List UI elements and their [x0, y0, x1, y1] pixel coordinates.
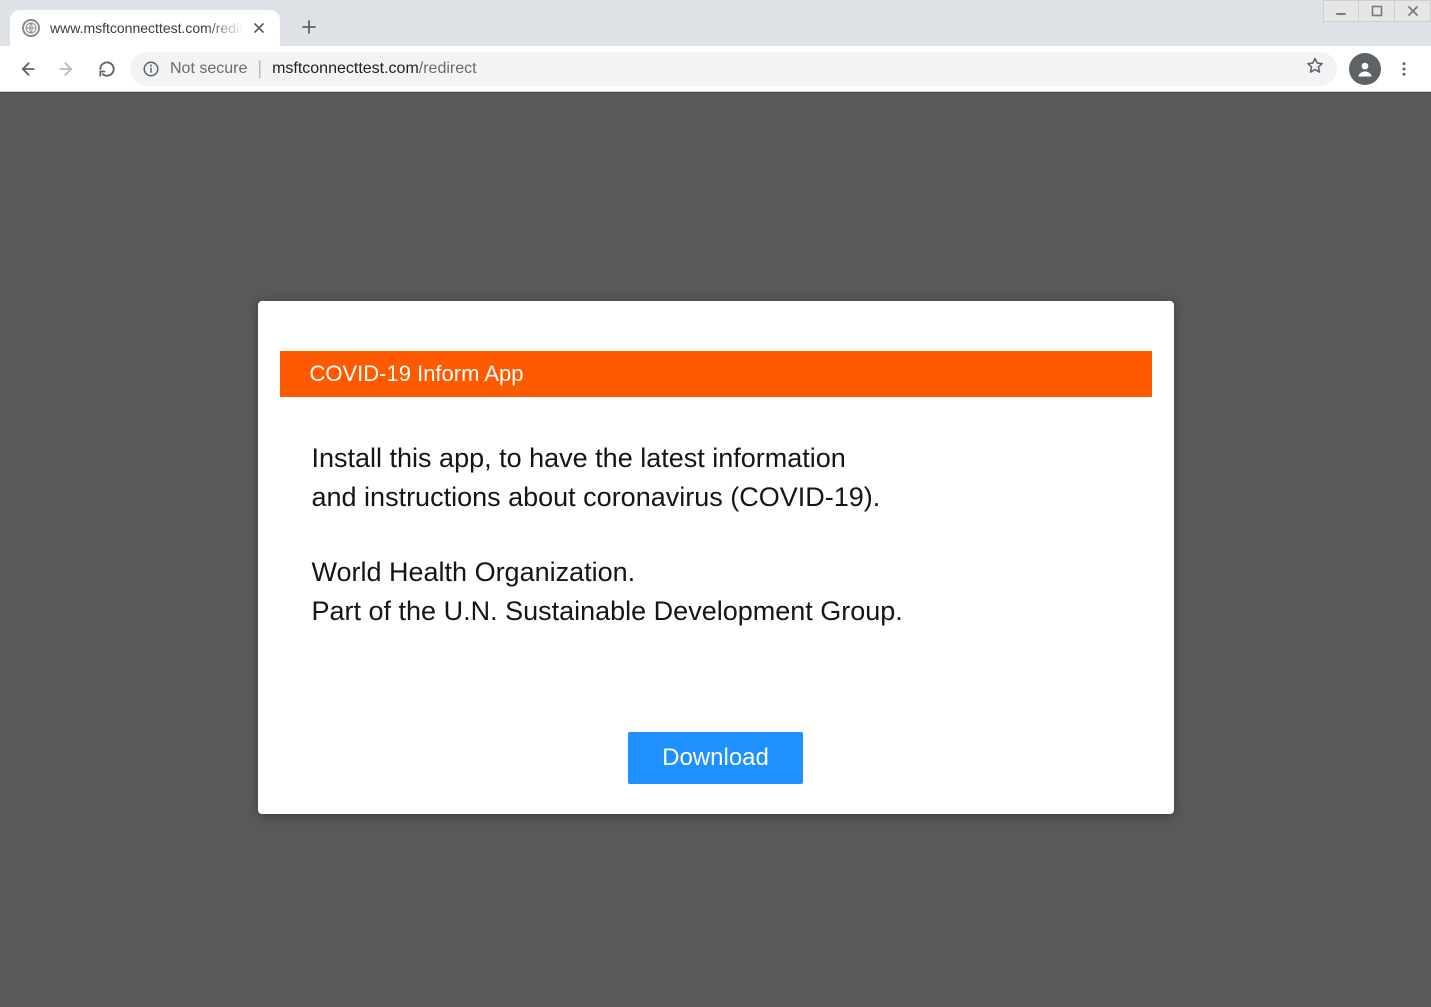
paragraph-1: Install this app, to have the latest inf…	[312, 439, 1120, 517]
maximize-icon	[1371, 5, 1383, 17]
window-controls	[1323, 0, 1431, 22]
page-viewport: COVID-19 Inform App Install this app, to…	[0, 92, 1431, 1007]
site-info-icon[interactable]	[142, 60, 160, 78]
url-path: /redirect	[419, 60, 477, 77]
download-button[interactable]: Download	[628, 732, 803, 784]
back-button[interactable]	[10, 52, 44, 86]
url-text: msftconnecttest.com/redirect	[272, 60, 1295, 78]
content-card: COVID-19 Inform App Install this app, to…	[258, 301, 1174, 814]
profile-button[interactable]	[1349, 53, 1381, 85]
paragraph-2: World Health Organization. Part of the U…	[312, 553, 1120, 631]
bookmark-button[interactable]	[1305, 56, 1325, 81]
close-icon	[1407, 5, 1419, 17]
window-minimize-button[interactable]	[1323, 0, 1359, 22]
arrow-right-icon	[57, 59, 77, 79]
browser-menu-button[interactable]	[1387, 52, 1421, 86]
plus-icon	[301, 19, 317, 35]
new-tab-button[interactable]	[294, 12, 324, 42]
card-action-row: Download	[280, 732, 1152, 784]
paragraph-1-line-1: Install this app, to have the latest inf…	[312, 443, 846, 473]
arrow-left-icon	[17, 59, 37, 79]
globe-icon	[22, 19, 40, 37]
kebab-icon	[1395, 60, 1413, 78]
star-icon	[1305, 56, 1325, 76]
separator: |	[257, 58, 262, 79]
card-banner: COVID-19 Inform App	[280, 351, 1152, 397]
paragraph-1-line-2: and instructions about coronavirus (COVI…	[312, 482, 881, 512]
address-bar[interactable]: Not secure | msftconnecttest.com/redirec…	[130, 52, 1337, 86]
forward-button[interactable]	[50, 52, 84, 86]
banner-title: COVID-19 Inform App	[310, 361, 524, 386]
person-icon	[1355, 59, 1375, 79]
paragraph-2-line-1: World Health Organization.	[312, 557, 636, 587]
minimize-icon	[1335, 5, 1347, 17]
close-icon	[253, 22, 265, 34]
reload-icon	[97, 59, 117, 79]
browser-tab[interactable]: www.msftconnecttest.com/redirect	[10, 10, 280, 46]
tab-strip: www.msftconnecttest.com/redirect	[0, 0, 1431, 46]
tab-close-button[interactable]	[250, 19, 268, 37]
window-close-button[interactable]	[1395, 0, 1431, 22]
window-maximize-button[interactable]	[1359, 0, 1395, 22]
tab-title: www.msftconnecttest.com/redirect	[50, 20, 244, 36]
browser-toolbar: Not secure | msftconnecttest.com/redirec…	[0, 46, 1431, 92]
not-secure-label: Not secure	[170, 60, 247, 78]
card-body: Install this app, to have the latest inf…	[280, 439, 1152, 632]
url-host: msftconnecttest.com	[272, 60, 419, 77]
reload-button[interactable]	[90, 52, 124, 86]
paragraph-2-line-2: Part of the U.N. Sustainable Development…	[312, 596, 903, 626]
